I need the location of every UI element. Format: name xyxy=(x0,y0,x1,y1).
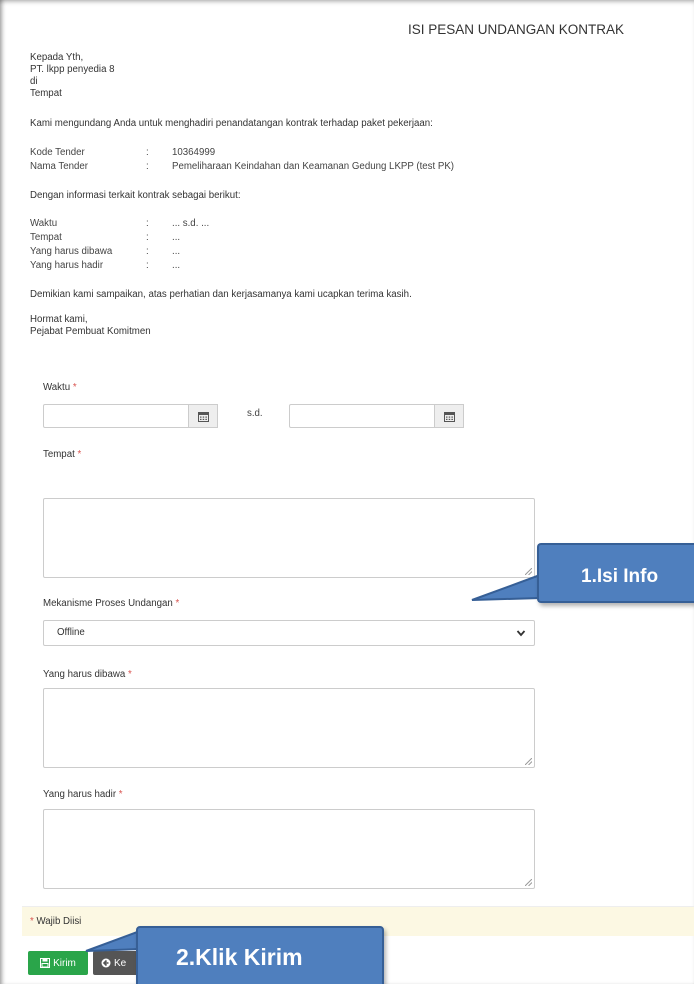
letter-signer: Pejabat Pembuat Komitmen xyxy=(30,326,151,337)
waktu-label-text: Waktu xyxy=(43,382,71,393)
hadir-label: Yang harus hadir * xyxy=(43,789,123,800)
hadir-textarea[interactable] xyxy=(43,809,535,889)
info-tempat-label: Tempat xyxy=(30,232,62,243)
floppy-disk-icon xyxy=(40,958,51,968)
tender-name-value: Pemeliharaan Keindahan dan Keamanan Gedu… xyxy=(172,161,455,172)
info-hadir-sep: : xyxy=(146,260,149,271)
letter-regards: Hormat kami, xyxy=(30,314,88,325)
sd-label: s.d. xyxy=(247,408,263,419)
tender-code-sep: : xyxy=(146,147,149,158)
page-title: ISI PESAN UNDANGAN KONTRAK xyxy=(408,22,625,37)
info-tempat-sep: : xyxy=(146,232,149,243)
info-dibawa-value: ... xyxy=(172,246,181,257)
tender-name-label: Nama Tender xyxy=(30,161,88,172)
tender-code-value: 10364999 xyxy=(172,147,216,158)
letter-closing: Demikian kami sampaikan, atas perhatian … xyxy=(30,289,412,300)
dibawa-label: Yang harus dibawa * xyxy=(43,669,132,680)
waktu-start-input[interactable] xyxy=(43,404,201,428)
info-hadir-label: Yang harus hadir xyxy=(30,260,104,271)
kirim-button[interactable]: Kirim xyxy=(28,951,88,975)
waktu-label: Waktu * xyxy=(43,382,77,393)
info-waktu-value: ... s.d. ... xyxy=(172,218,210,229)
info-dibawa-sep: : xyxy=(146,246,149,257)
mekanisme-select[interactable]: Offline xyxy=(43,620,535,646)
tender-name-sep: : xyxy=(146,161,149,172)
letter-place: Tempat xyxy=(30,88,62,99)
tempat-textarea[interactable] xyxy=(43,498,535,578)
info-tempat-value: ... xyxy=(172,232,181,243)
required-mark: * xyxy=(118,789,123,800)
letter-di: di xyxy=(30,76,38,87)
info-hadir-value: ... xyxy=(172,260,181,271)
required-note-text: Wajib Diisi xyxy=(36,916,82,927)
required-mark: * xyxy=(72,382,77,393)
tempat-label: Tempat * xyxy=(43,449,82,460)
required-mark: * xyxy=(77,449,82,460)
info-waktu-label: Waktu xyxy=(30,218,58,229)
page-frame: ISI PESAN UNDANGAN KONTRAK Kepada Yth, P… xyxy=(0,0,694,984)
info-dibawa-label: Yang harus dibawa xyxy=(30,246,113,257)
tender-code-label: Kode Tender xyxy=(30,147,85,158)
letter-greeting: Kepada Yth, xyxy=(30,52,84,63)
required-mark: * xyxy=(175,598,180,609)
required-mark: * xyxy=(30,916,34,927)
letter-recipient: PT. lkpp penyedia 8 xyxy=(30,64,115,75)
dibawa-textarea[interactable] xyxy=(43,688,535,768)
callout-step2: 2.Klik Kirim xyxy=(136,926,384,984)
required-mark: * xyxy=(127,669,132,680)
calendar-icon[interactable] xyxy=(188,404,218,428)
kirim-button-label: Kirim xyxy=(53,957,76,969)
calendar-icon[interactable] xyxy=(434,404,464,428)
mekanisme-selected-value: Offline xyxy=(57,627,85,638)
info-waktu-sep: : xyxy=(146,218,149,229)
chevron-down-icon xyxy=(516,630,526,637)
resize-handle[interactable] xyxy=(525,758,532,765)
mekanisme-label: Mekanisme Proses Undangan * xyxy=(43,598,180,609)
info-intro: Dengan informasi terkait kontrak sebagai… xyxy=(30,190,241,201)
resize-handle[interactable] xyxy=(525,879,532,886)
callout-step1: 1.Isi Info xyxy=(537,543,694,603)
letter-intro: Kami mengundang Anda untuk menghadiri pe… xyxy=(30,118,433,129)
